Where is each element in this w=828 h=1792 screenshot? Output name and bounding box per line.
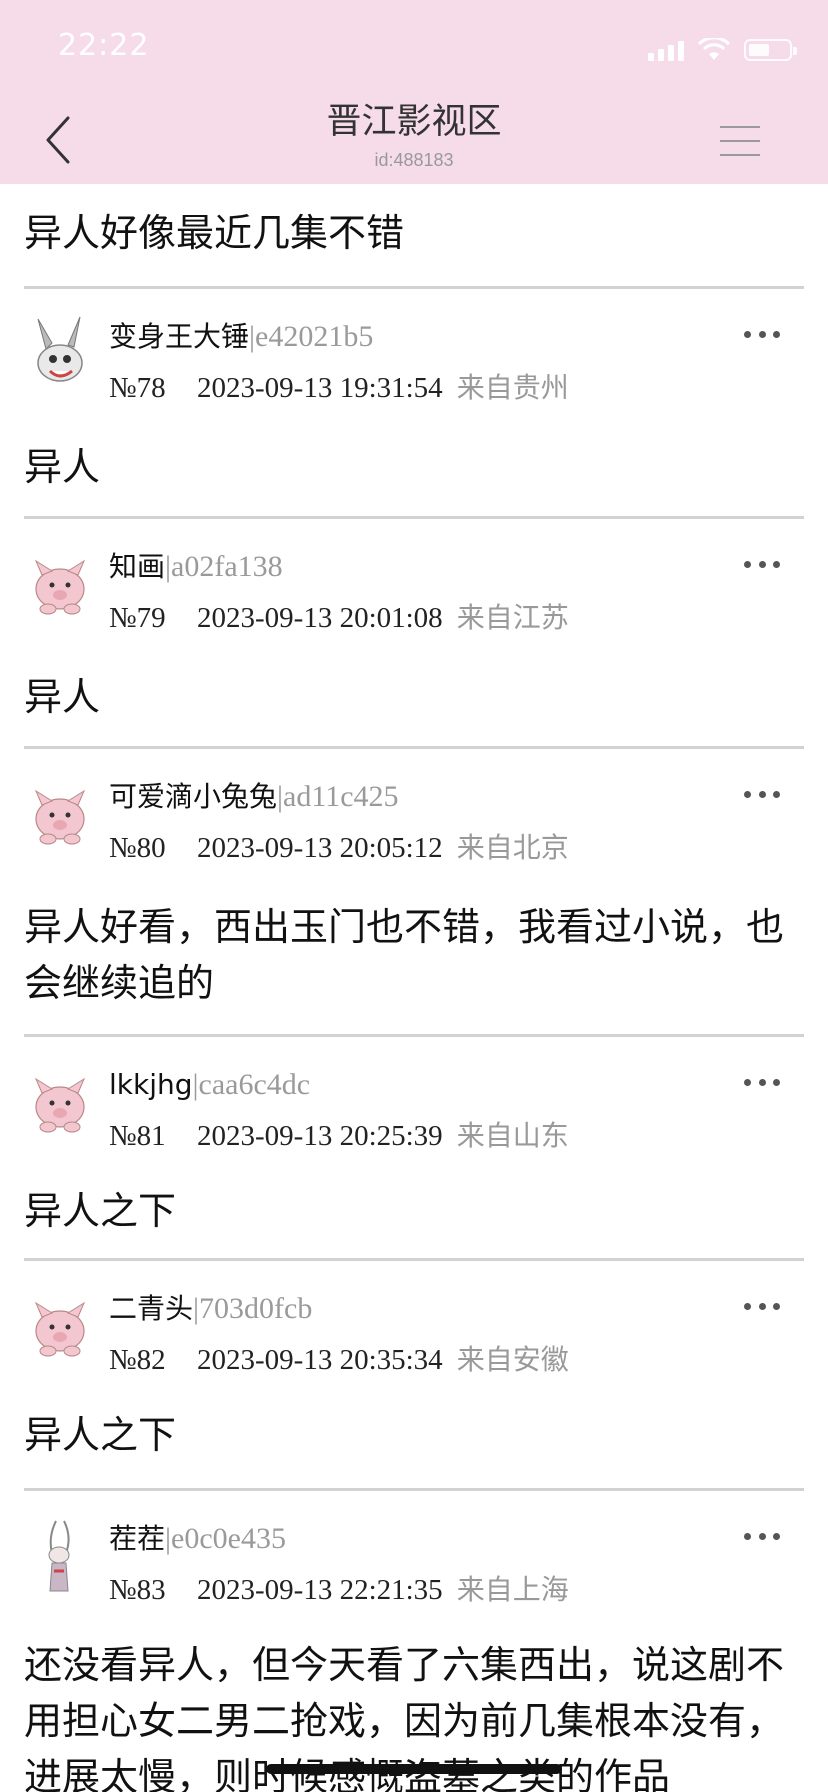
- post-user-line: 二青头|703d0fcb: [109, 1291, 312, 1327]
- divider: [24, 286, 804, 289]
- post-location: 来自山东: [456, 1119, 569, 1152]
- post-user-line: 茬茬|e0c0e435: [109, 1521, 286, 1557]
- avatar-figure: [48, 1520, 70, 1592]
- username[interactable]: 知画: [109, 550, 165, 583]
- avatar-rabbit: [37, 316, 83, 382]
- post-location: 来自江苏: [456, 601, 569, 634]
- user-id: |e0c0e435: [165, 1522, 286, 1555]
- status-time: 22:22: [58, 28, 150, 63]
- post-content: 异人之下: [24, 1189, 177, 1233]
- post-datetime: 2023-09-13 22:21:35: [197, 1574, 443, 1606]
- divider: [24, 746, 804, 749]
- page-title: 晋江影视区: [326, 102, 502, 142]
- thread-title: 异人好像最近几集不错: [24, 211, 405, 255]
- post-datetime: 2023-09-13 20:01:08: [197, 602, 443, 634]
- post-datetime: 2023-09-13 20:05:12: [197, 832, 443, 864]
- post-content: 异人: [24, 675, 101, 719]
- more-options-icon[interactable]: [744, 327, 780, 341]
- avatar-pig: [34, 1301, 86, 1357]
- username[interactable]: 可爱滴小兔兔: [109, 780, 277, 813]
- post-meta: №78 2023-09-13 19:31:54 来自贵州: [109, 369, 569, 407]
- avatar-pig: [34, 559, 86, 615]
- divider: [24, 516, 804, 519]
- floor-number: №82: [109, 1344, 166, 1376]
- floor-number: №80: [109, 832, 166, 864]
- username[interactable]: 二青头: [109, 1292, 193, 1325]
- user-id: |caa6c4dc: [192, 1068, 311, 1101]
- divider: [24, 1488, 804, 1491]
- post-meta: №79 2023-09-13 20:01:08 来自江苏: [109, 599, 569, 637]
- signal-icon: [648, 39, 684, 61]
- wifi-icon: [698, 38, 730, 60]
- divider: [24, 1034, 804, 1037]
- post-content: 异人好看，西出玉门也不错，我看过小说，也会继续追的: [24, 905, 785, 1005]
- post-datetime: 2023-09-13 19:31:54: [197, 372, 443, 404]
- more-options-icon[interactable]: [744, 1075, 780, 1089]
- home-indicator[interactable]: [266, 1764, 562, 1774]
- avatar-pig: [34, 789, 86, 845]
- more-options-icon[interactable]: [744, 1529, 780, 1543]
- battery-icon: [744, 39, 797, 61]
- post-user-line: 知画|a02fa138: [109, 549, 283, 585]
- post-meta: №80 2023-09-13 20:05:12 来自北京: [109, 829, 569, 867]
- divider: [24, 1258, 804, 1261]
- post-location: 来自北京: [456, 831, 569, 864]
- username[interactable]: lkkjhg: [109, 1068, 193, 1101]
- post-location: 来自安徽: [456, 1343, 569, 1376]
- header-title-group: 晋江影视区 id:488183: [0, 100, 828, 171]
- status-icons: [648, 38, 797, 62]
- battery-fill: [749, 44, 769, 56]
- post-meta: №83 2023-09-13 22:21:35 来自上海: [109, 1571, 569, 1609]
- post-datetime: 2023-09-13 20:35:34: [197, 1344, 443, 1376]
- username[interactable]: 茬茬: [109, 1522, 165, 1555]
- board-id: id:488183: [374, 150, 454, 170]
- post-content: 异人之下: [24, 1413, 177, 1457]
- post-user-line: 可爱滴小兔兔|ad11c425: [109, 779, 399, 815]
- floor-number: №79: [109, 602, 166, 634]
- user-id: |ad11c425: [277, 780, 399, 813]
- floor-number: №78: [109, 372, 166, 404]
- user-id: |a02fa138: [165, 550, 283, 583]
- post-location: 来自上海: [456, 1573, 569, 1606]
- more-options-icon[interactable]: [744, 557, 780, 571]
- menu-button[interactable]: [720, 126, 760, 156]
- post-content: 异人: [24, 445, 101, 489]
- post-user-line: lkkjhg|caa6c4dc: [109, 1067, 310, 1103]
- post-user-line: 变身王大锤|e42021b5: [109, 319, 373, 355]
- floor-number: №83: [109, 1574, 166, 1606]
- floor-number: №81: [109, 1120, 166, 1152]
- more-options-icon[interactable]: [744, 787, 780, 801]
- post-location: 来自贵州: [456, 371, 569, 404]
- post-meta: №82 2023-09-13 20:35:34 来自安徽: [109, 1341, 569, 1379]
- post-meta: №81 2023-09-13 20:25:39 来自山东: [109, 1117, 569, 1155]
- user-id: |e42021b5: [249, 320, 374, 353]
- avatar-pig: [34, 1077, 86, 1133]
- user-id: |703d0fcb: [193, 1292, 313, 1325]
- username[interactable]: 变身王大锤: [109, 320, 249, 353]
- post-datetime: 2023-09-13 20:25:39: [197, 1120, 443, 1152]
- top-bar: 22:22 晋江影视区 id:488183: [0, 0, 828, 184]
- more-options-icon[interactable]: [744, 1299, 780, 1313]
